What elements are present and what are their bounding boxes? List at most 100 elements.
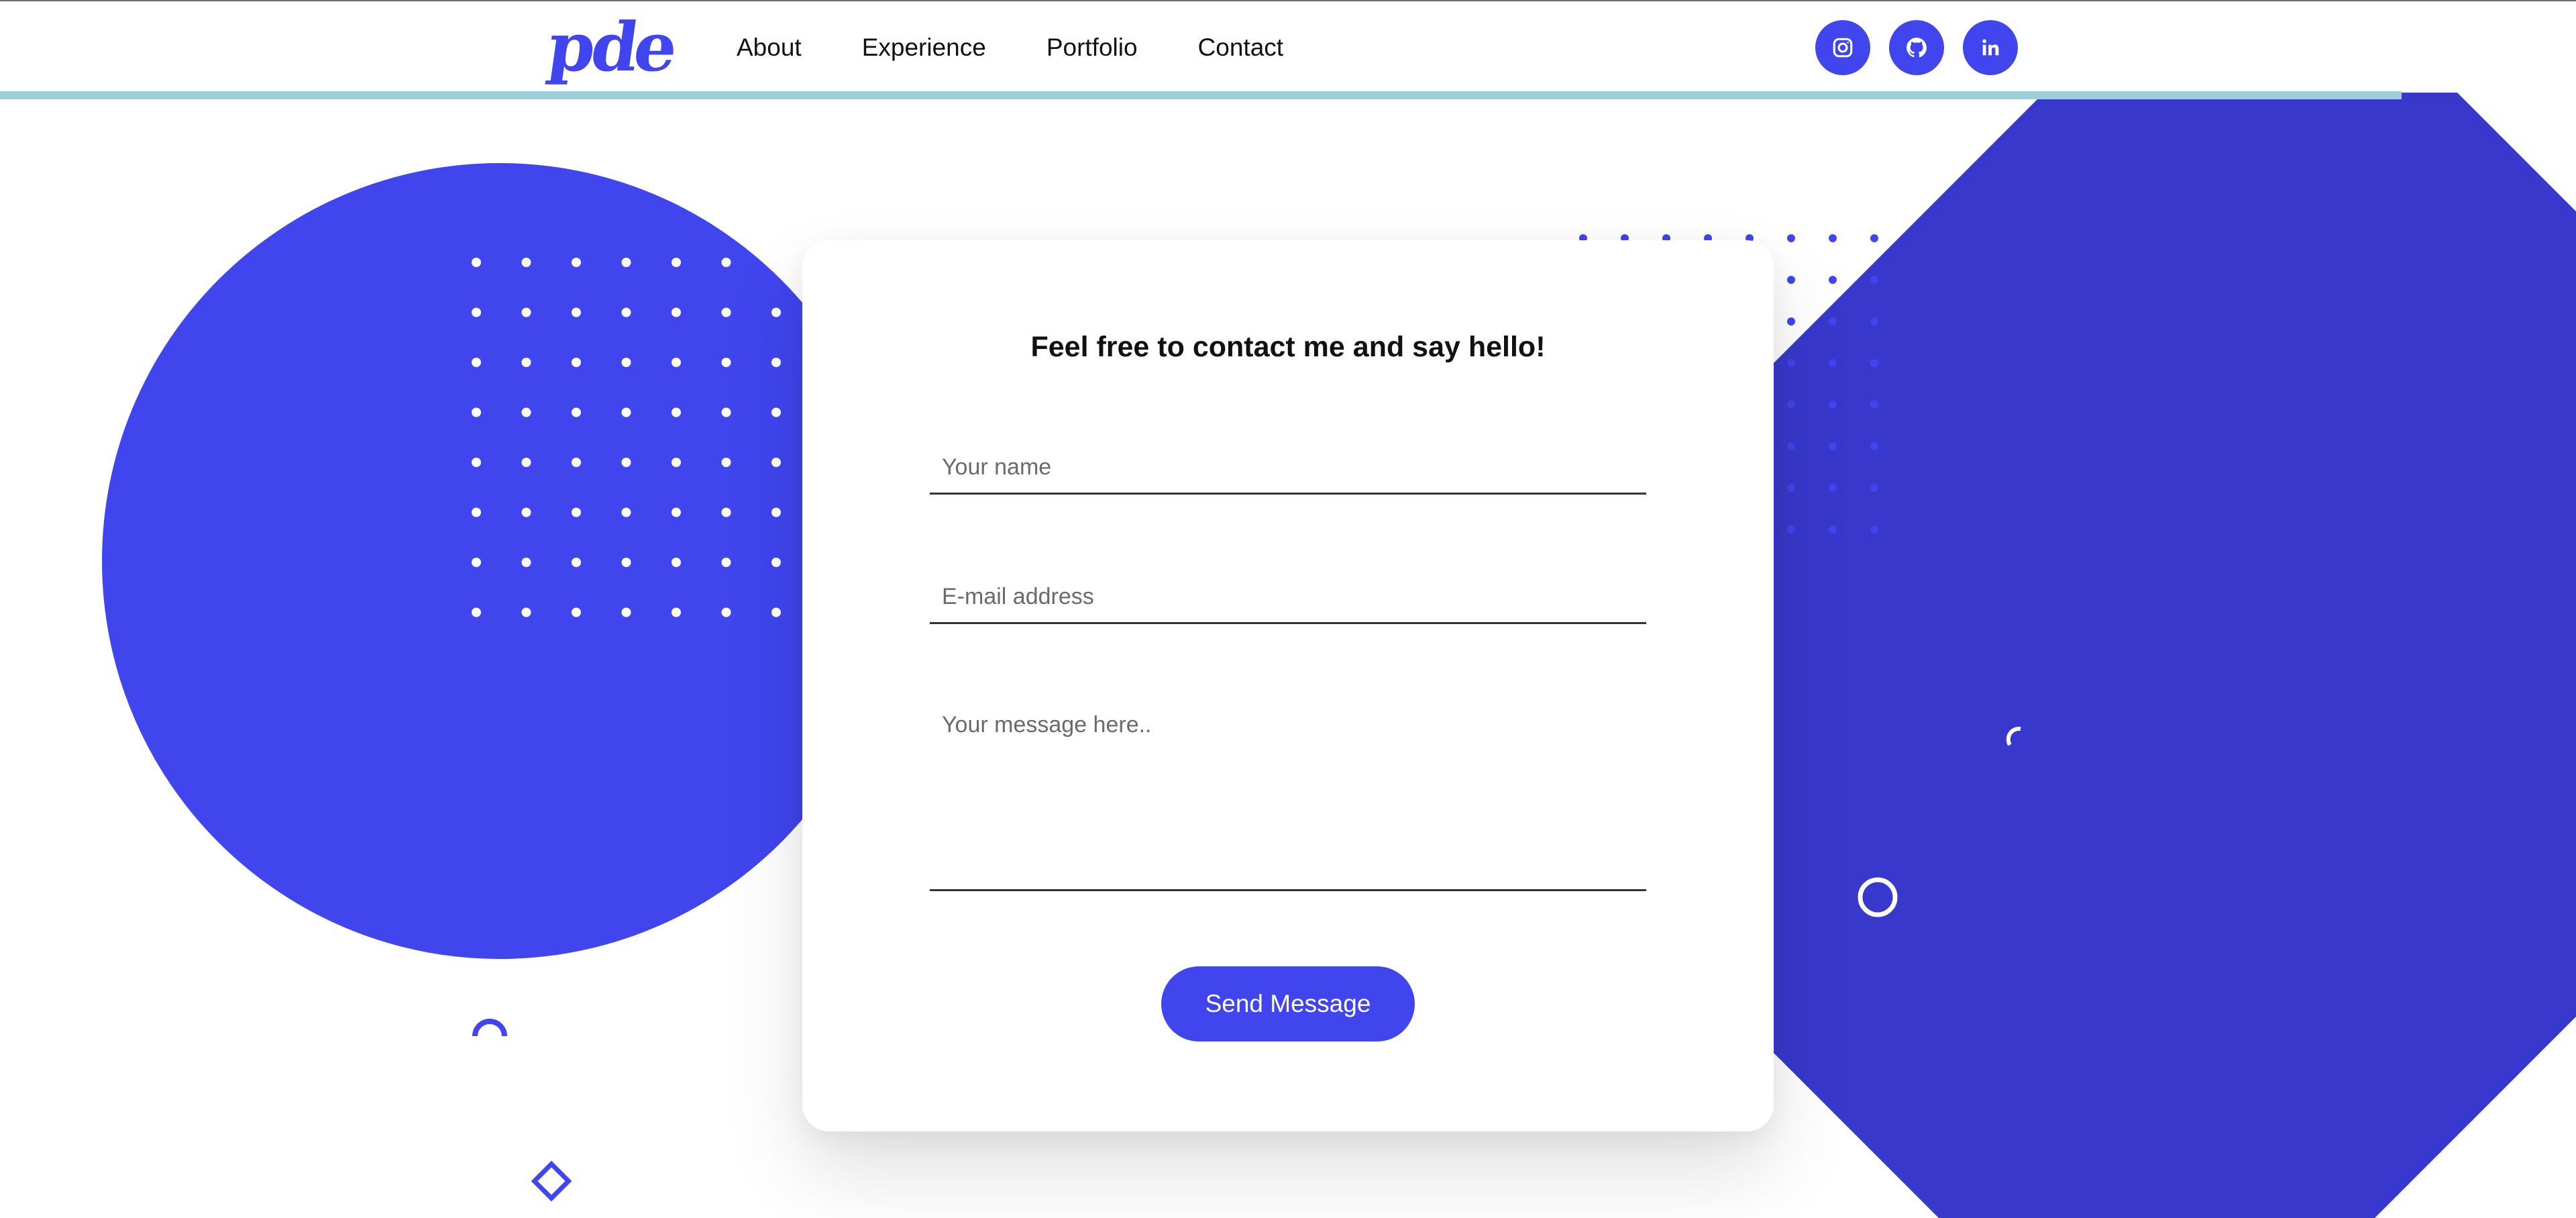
decor-dot [771,607,781,617]
decor-dot [572,407,581,417]
decor-dot [1829,525,1837,534]
ring-decoration [1858,877,1898,917]
decor-dot [771,507,781,517]
decor-dot [572,558,581,567]
decor-dot [472,307,481,317]
decor-dot [721,607,731,617]
decor-dot [1870,484,1878,492]
decor-dot [521,407,531,417]
diamond-decoration [531,1160,572,1202]
decor-dot [1787,442,1795,450]
dots-pattern-left [472,258,781,617]
decor-dot [572,307,581,317]
decor-dot [1787,401,1795,409]
decor-dot [721,507,731,517]
decor-dot [621,258,631,267]
decor-dot [672,507,681,517]
decor-dot [1870,442,1878,450]
nav-link-portfolio[interactable]: Portfolio [1046,31,1138,64]
decor-dot [521,358,531,367]
decor-dot [771,258,781,267]
send-message-button[interactable]: Send Message [1161,966,1415,1042]
decor-dot [621,458,631,467]
decor-dot [521,507,531,517]
decor-dot [572,607,581,617]
decor-dot [472,407,481,417]
name-input[interactable] [930,442,1646,495]
decor-dot [1870,234,1878,242]
decor-dot [672,607,681,617]
contact-title: Feel free to contact me and say hello! [1030,331,1546,363]
navbar: pde About Experience Portfolio Contact [0,0,2576,93]
decor-dot [521,558,531,567]
decor-dot [621,507,631,517]
linkedin-icon [1982,39,1999,56]
decor-dot [1787,276,1795,284]
decor-dot [1870,317,1878,325]
linkedin-button[interactable] [1963,20,2018,75]
decor-dot [1787,234,1795,242]
decor-dot [621,358,631,367]
decor-dot [672,558,681,567]
decor-dot [472,458,481,467]
decor-dot [1870,276,1878,284]
decor-dot [721,358,731,367]
decor-dot [1829,234,1837,242]
decor-dot [1787,359,1795,367]
decor-dot [521,458,531,467]
decor-octagon [1684,40,2576,1218]
nav-link-contact[interactable]: Contact [1198,31,1284,64]
decor-dot [1787,525,1795,534]
decor-dot [721,458,731,467]
decor-dot [721,407,731,417]
message-textarea[interactable] [930,700,1646,891]
decor-dot [1829,401,1837,409]
decor-dot [1787,317,1795,325]
decor-dot [521,258,531,267]
nav-link-about[interactable]: About [737,31,802,64]
decor-dot [672,258,681,267]
decor-dot [472,607,481,617]
decor-dot [771,458,781,467]
decor-dot [472,507,481,517]
decor-dot [1829,359,1837,367]
nav-link-experience[interactable]: Experience [862,31,986,64]
decor-dot [572,358,581,367]
decor-dot [621,607,631,617]
decor-dot [672,458,681,467]
decor-dot [1829,484,1837,492]
decor-dot [472,358,481,367]
decor-dot [721,307,731,317]
decor-dot [672,407,681,417]
social-links [1815,20,2018,75]
decor-dot [1787,484,1795,492]
instagram-button[interactable] [1815,20,1870,75]
instagram-icon [1833,38,1853,58]
github-icon [1907,38,1927,58]
decor-dot [672,307,681,317]
decor-dot [721,258,731,267]
decor-dot [1870,401,1878,409]
decor-dot [521,307,531,317]
logo[interactable]: pde [543,7,679,87]
github-button[interactable] [1889,20,1944,75]
nav-accent-stripe [0,91,2402,99]
email-input[interactable] [930,571,1646,624]
decor-dot [771,407,781,417]
decor-dot [771,358,781,367]
decor-dot [1870,525,1878,534]
decor-dot [721,558,731,567]
decor-dot [572,507,581,517]
decor-dot [572,258,581,267]
contact-form-card: Feel free to contact me and say hello! S… [802,240,1774,1131]
decor-dot [771,558,781,567]
decor-dot [472,558,481,567]
decor-dot [771,307,781,317]
decor-dot [472,258,481,267]
page: pde About Experience Portfolio Contact F… [0,0,2576,1218]
decor-dot [521,607,531,617]
decor-dot [621,407,631,417]
small-arc-decoration [2006,726,2021,746]
decor-dot [621,558,631,567]
decor-dot [1829,317,1837,325]
